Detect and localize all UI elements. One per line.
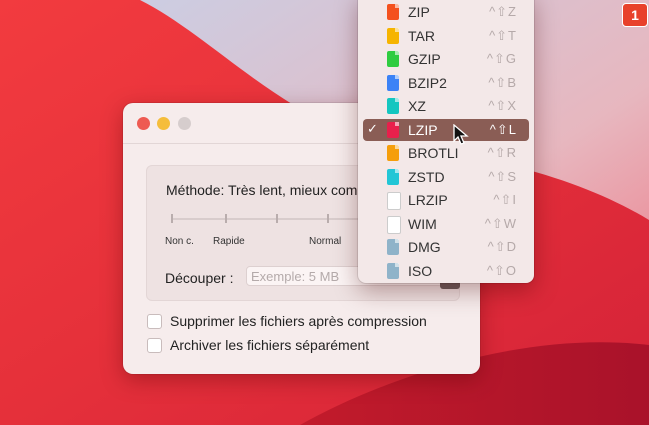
mouse-pointer-icon (453, 124, 469, 145)
menu-item-label: DMG (408, 239, 441, 255)
zstd-file-icon (387, 168, 399, 185)
menu-item-shortcut: ^⇧W (484, 215, 517, 231)
gzip-file-icon (387, 51, 399, 67)
zip-file-icon (387, 4, 399, 20)
format-dropdown-menu: ZIP ^⇧Z TAR ^⇧T GZIP ^⇧G BZIP2 ^⇧B XZ ^⇧X ✓ LZIP ^⇧L… (358, 0, 534, 283)
delete-after-compression-option[interactable]: Supprimer les fichiers après compression (147, 313, 427, 329)
minimize-button[interactable] (157, 117, 170, 130)
menu-item-bzip2[interactable]: BZIP2 ^⇧B (363, 72, 529, 94)
menu-item-label: ZIP (408, 4, 430, 20)
split-label: Découper : (165, 270, 234, 286)
menu-item-shortcut: ^⇧B (488, 74, 517, 90)
menu-item-shortcut: ^⇧O (486, 262, 517, 278)
menu-item-zip[interactable]: ZIP ^⇧Z (363, 1, 529, 23)
slider-tick (276, 214, 278, 223)
slider-tick (327, 214, 329, 223)
menu-item-shortcut: ^⇧S (488, 168, 517, 184)
menu-item-shortcut: ^⇧R (487, 145, 517, 160)
menu-item-iso[interactable]: ISO ^⇧O (363, 260, 529, 282)
menu-item-gzip[interactable]: GZIP ^⇧G (363, 48, 529, 70)
wim-file-icon (387, 215, 401, 234)
bzip2-file-icon (387, 74, 399, 91)
menu-item-shortcut: ^⇧I (493, 192, 517, 207)
menu-item-wim[interactable]: WIM ^⇧W (363, 213, 529, 235)
menu-item-shortcut: ^⇧D (487, 239, 517, 254)
menu-item-brotli[interactable]: BROTLI ^⇧R (363, 142, 529, 164)
close-button[interactable] (137, 117, 150, 130)
menu-item-label: BZIP2 (408, 74, 447, 91)
menu-item-label: ISO (408, 262, 433, 279)
menu-item-shortcut: ^⇧X (488, 98, 517, 113)
dmg-disk-icon (387, 239, 399, 255)
menu-item-shortcut: ^⇧G (486, 51, 517, 66)
lzip-file-icon (387, 121, 399, 138)
iso-disk-icon (387, 262, 399, 279)
menu-item-xz[interactable]: XZ ^⇧X (363, 95, 529, 117)
menu-item-zstd[interactable]: ZSTD ^⇧S (363, 166, 529, 188)
zoom-button[interactable] (178, 117, 191, 130)
delete-after-compression-checkbox[interactable] (147, 313, 162, 329)
menu-item-label: WIM (408, 215, 437, 232)
slider-label-fast: Rapide (213, 236, 245, 247)
menu-item-shortcut: ^⇧T (489, 27, 517, 43)
slider-tick (171, 214, 173, 223)
method-label: Méthode: Très lent, mieux com (166, 182, 358, 198)
menu-item-label: LRZIP (408, 192, 448, 208)
menu-item-label: GZIP (408, 51, 441, 67)
brotli-file-icon (387, 145, 399, 161)
lrzip-file-icon (387, 192, 401, 210)
menu-item-label: XZ (408, 98, 426, 114)
slider-tick (225, 214, 227, 223)
slider-label-normal: Normal (309, 236, 342, 247)
checkmark-icon: ✓ (367, 120, 378, 136)
archive-separately-label: Archiver les fichiers séparément (170, 337, 370, 353)
archive-separately-option[interactable]: Archiver les fichiers séparément (147, 337, 369, 353)
menu-item-lzip[interactable]: ✓ LZIP ^⇧L (363, 118, 529, 141)
menu-item-label: BROTLI (408, 145, 459, 161)
menu-item-shortcut: ^⇧L (489, 121, 517, 137)
slider-label-none: Non c. (165, 236, 194, 247)
menu-item-label: TAR (408, 27, 435, 44)
notification-badge: 1 (622, 3, 648, 27)
archive-separately-checkbox[interactable] (147, 337, 162, 353)
menu-item-tar[interactable]: TAR ^⇧T (363, 25, 529, 47)
menu-item-lrzip[interactable]: LRZIP ^⇧I (363, 189, 529, 211)
tar-file-icon (387, 27, 399, 44)
menu-item-label: ZSTD (408, 168, 445, 185)
delete-after-compression-label: Supprimer les fichiers après compression (170, 313, 427, 329)
menu-item-shortcut: ^⇧Z (489, 4, 517, 19)
menu-item-dmg[interactable]: DMG ^⇧D (363, 236, 529, 258)
xz-file-icon (387, 98, 399, 114)
menu-item-label: LZIP (408, 121, 438, 138)
